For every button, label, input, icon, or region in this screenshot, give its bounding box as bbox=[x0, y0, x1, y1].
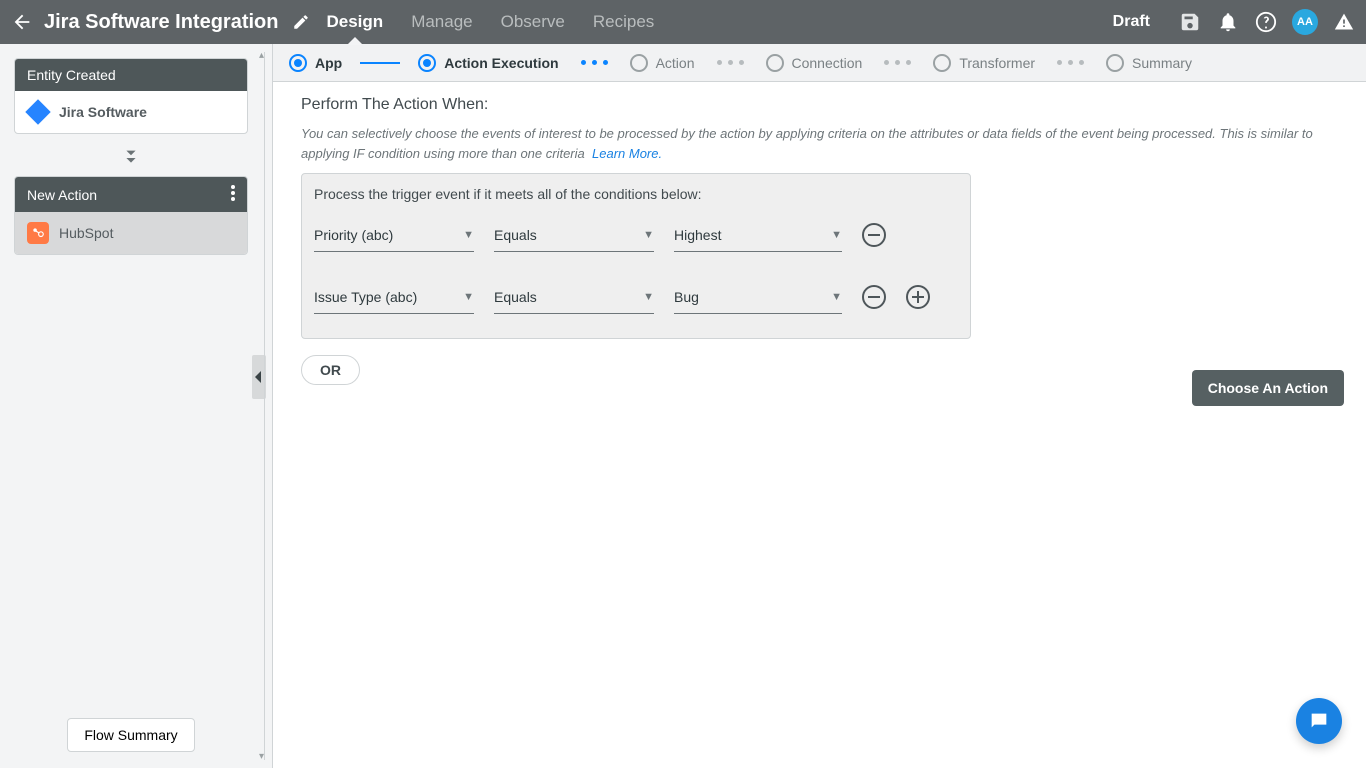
condition-field-select[interactable]: Issue Type (abc)▼ bbox=[314, 280, 474, 314]
section-heading: Perform The Action When: bbox=[301, 96, 1338, 114]
panel-title: Process the trigger event if it meets al… bbox=[314, 186, 958, 202]
wizard-step-action-execution[interactable]: Action Execution bbox=[418, 54, 558, 72]
action-app-label: HubSpot bbox=[59, 225, 113, 241]
top-tab-manage[interactable]: Manage bbox=[411, 0, 472, 44]
wizard-step-transformer[interactable]: Transformer bbox=[933, 54, 1035, 72]
condition-operator-select[interactable]: Equals▼ bbox=[494, 218, 654, 252]
trigger-block-title: Entity Created bbox=[27, 67, 116, 83]
jira-icon bbox=[27, 101, 49, 123]
condition-value-select[interactable]: Highest▼ bbox=[674, 218, 842, 252]
learn-more-link[interactable]: Learn More. bbox=[592, 146, 662, 161]
wizard-step-connection[interactable]: Connection bbox=[766, 54, 863, 72]
remove-condition-icon[interactable] bbox=[862, 223, 886, 247]
hubspot-icon bbox=[27, 222, 49, 244]
remove-condition-icon[interactable] bbox=[862, 285, 886, 309]
save-icon[interactable] bbox=[1178, 10, 1202, 34]
choose-action-button[interactable]: Choose An Action bbox=[1192, 370, 1344, 406]
flow-summary-button[interactable]: Flow Summary bbox=[67, 718, 194, 752]
trigger-app-label: Jira Software bbox=[59, 104, 147, 120]
wizard-step-action[interactable]: Action bbox=[630, 54, 695, 72]
edit-title-icon[interactable] bbox=[289, 10, 313, 34]
flow-connector-icon bbox=[14, 150, 248, 166]
action-block-menu-icon[interactable] bbox=[231, 185, 235, 204]
trigger-block[interactable]: Entity Created Jira Software bbox=[14, 58, 248, 134]
section-description: You can selectively choose the events of… bbox=[301, 124, 1338, 163]
sidebar-gutter: ▴▾ bbox=[262, 44, 272, 768]
page-title: Jira Software Integration bbox=[44, 11, 279, 34]
help-icon[interactable] bbox=[1254, 10, 1278, 34]
top-tab-recipes[interactable]: Recipes bbox=[593, 0, 654, 44]
notifications-icon[interactable] bbox=[1216, 10, 1240, 34]
warning-icon[interactable] bbox=[1332, 10, 1356, 34]
chat-fab[interactable] bbox=[1296, 698, 1342, 744]
or-button[interactable]: OR bbox=[301, 355, 360, 385]
top-tab-observe[interactable]: Observe bbox=[501, 0, 565, 44]
condition-value-select[interactable]: Bug▼ bbox=[674, 280, 842, 314]
wizard-step-summary[interactable]: Summary bbox=[1106, 54, 1192, 72]
top-tab-design[interactable]: Design bbox=[327, 0, 384, 44]
condition-row: Priority (abc)▼ Equals▼ Highest▼ bbox=[314, 218, 958, 252]
condition-operator-select[interactable]: Equals▼ bbox=[494, 280, 654, 314]
back-button[interactable] bbox=[10, 10, 34, 34]
conditions-panel: Process the trigger event if it meets al… bbox=[301, 173, 971, 339]
condition-field-select[interactable]: Priority (abc)▼ bbox=[314, 218, 474, 252]
wizard-step-app[interactable]: App bbox=[289, 54, 342, 72]
user-avatar[interactable]: AA bbox=[1292, 9, 1318, 35]
action-block[interactable]: New Action HubSpot bbox=[14, 176, 248, 255]
condition-row: Issue Type (abc)▼ Equals▼ Bug▼ bbox=[314, 280, 958, 314]
draft-status: Draft bbox=[1113, 13, 1150, 31]
add-condition-icon[interactable] bbox=[906, 285, 930, 309]
action-block-title: New Action bbox=[27, 187, 97, 203]
